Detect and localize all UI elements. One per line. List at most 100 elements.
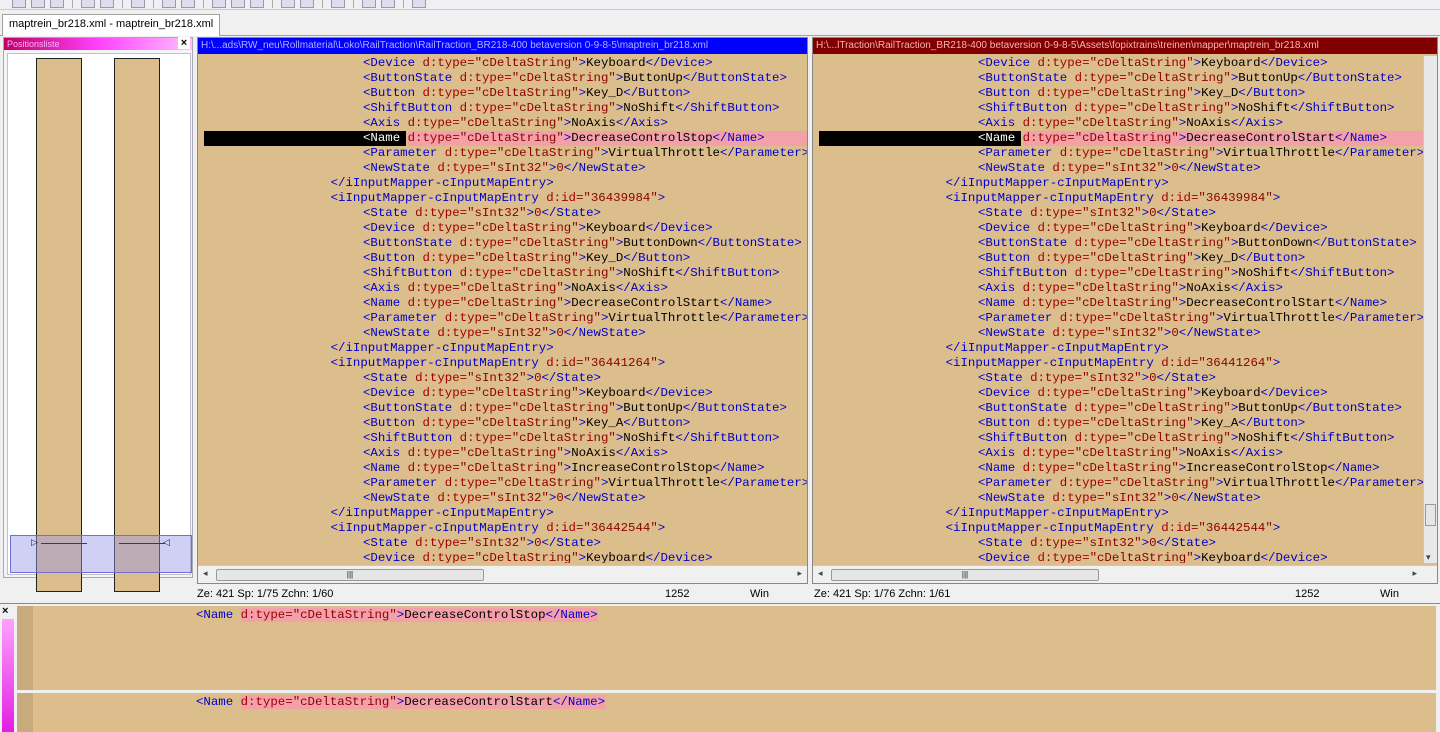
close-icon[interactable]: × (2, 605, 8, 617)
scroll-right-icon[interactable]: ▸ (1412, 568, 1417, 579)
code-line: <Device d:type="cDeltaString">Keyboard</… (978, 56, 1328, 70)
next-diff-icon[interactable] (250, 0, 264, 8)
code-line: <Device d:type="cDeltaString">Keyboard</… (363, 221, 713, 235)
scroll-thumb[interactable]: ||| (216, 569, 484, 581)
arrow-right-icon: ▷ (31, 537, 38, 547)
diff-marker (119, 543, 165, 544)
code-line: <State d:type="sInt32">0</State> (363, 206, 601, 220)
right-file-pane[interactable]: H:\...lTraction\RailTraction_BR218-400 b… (812, 37, 1438, 584)
open-folder-icon[interactable] (31, 0, 45, 8)
horizontal-scrollbar[interactable]: ◂ ||| ▸ (198, 565, 807, 583)
save-icon[interactable] (50, 0, 64, 8)
code-line: <State d:type="sInt32">0</State> (978, 371, 1216, 385)
code-line: </iInputMapper-cInputMapEntry> (945, 506, 1169, 520)
left-file-pane[interactable]: H:\...ads\RW_neu\Rollmaterial\Loko\RailT… (197, 37, 808, 584)
code-line: <Parameter d:type="cDeltaString">Virtual… (978, 146, 1423, 160)
code-line: <Button d:type="cDeltaString">Key_D</But… (978, 251, 1306, 265)
code-line: <iInputMapper-cInputMapEntry d:id="36442… (330, 521, 666, 535)
code-line: <Axis d:type="cDeltaString">NoAxis</Axis… (363, 116, 668, 130)
redo-icon[interactable] (100, 0, 114, 8)
first-diff-icon[interactable] (212, 0, 226, 8)
vertical-scrollbar[interactable]: ▾ (1423, 56, 1437, 563)
code-line: <Name d:type="cDeltaString">DecreaseCont… (978, 131, 1388, 145)
scroll-left-icon[interactable]: ◂ (818, 568, 823, 579)
prev-diff-icon[interactable] (231, 0, 245, 8)
scroll-right-icon[interactable]: ▸ (797, 568, 802, 579)
left-file-path: H:\...ads\RW_neu\Rollmaterial\Loko\RailT… (198, 38, 807, 54)
copy-all-left-icon[interactable] (362, 0, 376, 8)
toolbar (0, 0, 1440, 10)
line-gutter (17, 606, 33, 690)
viewport-indicator[interactable]: ▷ ◁ (10, 535, 192, 573)
code-line: <iInputMapper-cInputMapEntry d:id="36442… (945, 521, 1281, 535)
code-line: <ShiftButton d:type="cDeltaString">NoShi… (978, 431, 1395, 445)
encoding-label: 1252 (665, 588, 690, 600)
scroll-left-icon[interactable]: ◂ (203, 568, 208, 579)
code-line: <Axis d:type="cDeltaString">NoAxis</Axis… (978, 446, 1283, 460)
scroll-down-icon[interactable]: ▾ (1426, 552, 1431, 563)
right-file-path: H:\...lTraction\RailTraction_BR218-400 b… (813, 38, 1437, 54)
code-line: <Device d:type="cDeltaString">Keyboard</… (363, 56, 713, 70)
horizontal-scrollbar[interactable]: ◂ ||| ▸ (813, 565, 1437, 583)
location-bar-right[interactable] (114, 58, 160, 592)
code-line: <ButtonState d:type="cDeltaString">Butto… (363, 71, 787, 85)
code-line: <iInputMapper-cInputMapEntry d:id="36439… (330, 191, 666, 205)
code-line: <ButtonState d:type="cDeltaString">Butto… (363, 236, 802, 250)
refresh-icon[interactable] (412, 0, 426, 8)
code-line: <Parameter d:type="cDeltaString">Virtual… (978, 476, 1423, 490)
copy-right-icon[interactable] (181, 0, 195, 8)
code-line: <Device d:type="cDeltaString">Keyboard</… (978, 221, 1328, 235)
code-line: <ShiftButton d:type="cDeltaString">NoShi… (363, 266, 780, 280)
code-line: <State d:type="sInt32">0</State> (978, 206, 1216, 220)
toolbar-separator (153, 0, 154, 8)
location-bar-left[interactable] (36, 58, 82, 592)
code-line: <Button d:type="cDeltaString">Key_D</But… (978, 86, 1306, 100)
code-line: <Parameter d:type="cDeltaString">Virtual… (363, 311, 807, 325)
code-line: </iInputMapper-cInputMapEntry> (330, 506, 554, 520)
line-compare-right-text: <Name d:type="cDeltaString">DecreaseCont… (196, 695, 606, 709)
location-map[interactable]: ▷ ◁ (7, 53, 192, 592)
code-line: <State d:type="sInt32">0</State> (363, 536, 601, 550)
merge-down-icon[interactable] (300, 0, 314, 8)
scroll-thumb[interactable] (1425, 504, 1436, 526)
delete-icon[interactable] (131, 0, 145, 8)
merge-up-icon[interactable] (281, 0, 295, 8)
tab-bar: maptrein_br218.xml - maptrein_br218.xml (0, 12, 1440, 36)
copy-all-right-icon[interactable] (381, 0, 395, 8)
line-ending-label: Win (1380, 588, 1399, 600)
options-icon[interactable] (331, 0, 345, 8)
code-line: <ShiftButton d:type="cDeltaString">NoShi… (363, 431, 780, 445)
code-line: <Axis d:type="cDeltaString">NoAxis</Axis… (978, 116, 1283, 130)
code-line: <Parameter d:type="cDeltaString">Virtual… (978, 311, 1423, 325)
code-line: <Button d:type="cDeltaString">Key_A</But… (978, 416, 1306, 430)
toolbar-separator (403, 0, 404, 8)
toolbar-separator (353, 0, 354, 8)
scroll-thumb[interactable]: ||| (831, 569, 1099, 581)
code-line: <NewState d:type="sInt32">0</NewState> (363, 161, 646, 175)
encoding-label: 1252 (1295, 588, 1320, 600)
new-file-icon[interactable] (12, 0, 26, 8)
tab-file[interactable]: maptrein_br218.xml - maptrein_br218.xml (2, 14, 221, 36)
line-compare-left[interactable]: <Name d:type="cDeltaString">DecreaseCont… (17, 606, 1436, 690)
line-compare-right[interactable]: <Name d:type="cDeltaString">DecreaseCont… (17, 693, 1436, 732)
code-line: <Device d:type="cDeltaString">Keyboard</… (978, 551, 1328, 563)
code-line: <NewState d:type="sInt32">0</NewState> (978, 161, 1261, 175)
code-line: <Parameter d:type="cDeltaString">Virtual… (363, 146, 807, 160)
code-line: <Name d:type="cDeltaString">IncreaseCont… (363, 461, 765, 475)
undo-icon[interactable] (81, 0, 95, 8)
line-ending-label: Win (750, 588, 769, 600)
code-line: <Device d:type="cDeltaString">Keyboard</… (363, 551, 713, 563)
code-line: <ButtonState d:type="cDeltaString">Butto… (978, 401, 1402, 415)
code-line: <Button d:type="cDeltaString">Key_D</But… (363, 86, 691, 100)
code-line: <Name d:type="cDeltaString">DecreaseCont… (363, 131, 765, 145)
left-code-view[interactable]: <Device d:type="cDeltaString">Keyboard</… (198, 56, 807, 563)
right-code-view[interactable]: <Device d:type="cDeltaString">Keyboard</… (813, 56, 1423, 563)
code-line: <iInputMapper-cInputMapEntry d:id="36441… (330, 356, 666, 370)
code-line: <iInputMapper-cInputMapEntry d:id="36439… (945, 191, 1281, 205)
copy-left-icon[interactable] (162, 0, 176, 8)
code-line: <Button d:type="cDeltaString">Key_D</But… (363, 251, 691, 265)
close-icon[interactable]: × (178, 37, 190, 49)
code-line: <State d:type="sInt32">0</State> (363, 371, 601, 385)
code-line: <iInputMapper-cInputMapEntry d:id="36441… (945, 356, 1281, 370)
code-line: <NewState d:type="sInt32">0</NewState> (978, 491, 1261, 505)
